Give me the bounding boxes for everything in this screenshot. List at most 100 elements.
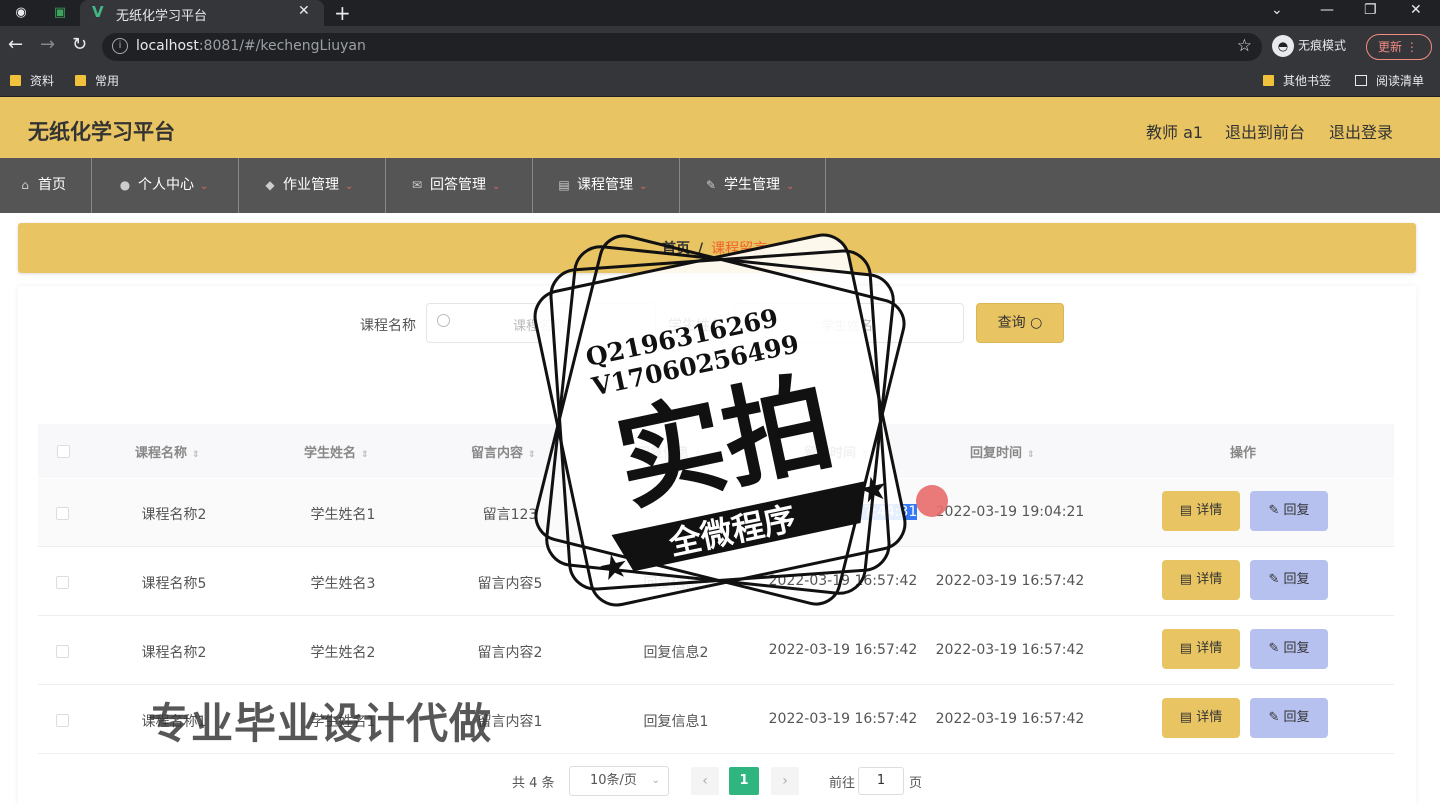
browser-tab[interactable]: V 无纸化学习平台 ✕ xyxy=(80,0,324,26)
incognito-indicator[interactable]: ◓ 无痕模式 xyxy=(1272,35,1346,57)
maximize-icon[interactable]: ❐ xyxy=(1364,2,1377,18)
column-header[interactable]: 课程名称 ⇕ xyxy=(135,442,200,461)
tab-search-icon[interactable]: ⌄ xyxy=(1271,2,1283,18)
sort-icon[interactable]: ⇕ xyxy=(694,450,702,460)
cell-reply-time: 2022-03-19 16:57:42 xyxy=(935,573,1085,589)
course-name-input[interactable]: 课程名称 xyxy=(426,303,656,343)
column-header-actions: 操作 xyxy=(1230,446,1257,461)
globe-icon[interactable]: ◉ xyxy=(11,3,31,23)
query-label: 查询 xyxy=(997,315,1026,331)
back-to-front-link[interactable]: 退出到前台 xyxy=(1225,119,1305,143)
row-checkbox[interactable] xyxy=(56,714,69,727)
edit-icon: ✎ xyxy=(1268,572,1280,587)
menu-item-courses[interactable]: ▤ 课程管理 ⌄ xyxy=(533,158,680,213)
minimize-icon[interactable]: — xyxy=(1320,2,1334,18)
cell-student: 学生姓名3 xyxy=(310,576,376,592)
forward-icon[interactable]: → xyxy=(40,34,55,55)
reply-button[interactable]: ✎ 回复 xyxy=(1250,629,1328,669)
course-icon: ▤ xyxy=(558,178,570,192)
menu-item-home[interactable]: ⌂ 首页 xyxy=(0,158,92,213)
cell-course: 课程名称2 xyxy=(141,645,207,661)
folder-icon xyxy=(10,75,21,86)
column-header[interactable]: 留言内容 ⇕ xyxy=(471,442,536,461)
sort-icon[interactable]: ⇕ xyxy=(528,450,536,460)
cell-message: 留言123 xyxy=(482,507,538,523)
sort-icon[interactable]: ⇕ xyxy=(1027,450,1035,460)
query-button[interactable]: 查询 ○ xyxy=(976,303,1064,343)
page-size-value: 10条/页 xyxy=(590,773,637,788)
bookmarks-bar xyxy=(0,66,1440,97)
sort-icon[interactable]: ⇕ xyxy=(361,450,369,460)
detail-button[interactable]: ▤ 详情 xyxy=(1162,560,1240,600)
row-checkbox[interactable] xyxy=(56,645,69,658)
address-bar[interactable]: i localhost:8081/#/kechengLiuyan ☆ xyxy=(102,33,1262,61)
reply-button[interactable]: ✎ 回复 xyxy=(1250,491,1328,531)
prev-page-button[interactable]: ‹ xyxy=(691,767,719,795)
page-size-select[interactable]: 10条/页 ⌄ xyxy=(569,766,669,796)
bookmark-star-icon[interactable]: ☆ xyxy=(1237,36,1252,56)
column-header[interactable]: 留言时间 ⇕ xyxy=(804,442,869,461)
document-icon: ▤ xyxy=(1179,710,1193,725)
breadcrumb-home[interactable]: 首页 xyxy=(662,241,690,257)
url-path: :8081/#/kechengLiuyan xyxy=(198,38,366,54)
logout-link[interactable]: 退出登录 xyxy=(1329,119,1393,143)
bookmark-label: 常用 xyxy=(95,74,120,88)
cell-student: 学生姓名2 xyxy=(310,645,376,661)
goto-label: 前往 xyxy=(829,776,856,791)
chevron-down-icon: ⌄ xyxy=(639,181,648,192)
reload-icon[interactable]: ↻ xyxy=(72,34,87,55)
close-tab-icon[interactable]: ✕ xyxy=(298,3,310,19)
student-placeholder: 学生姓名 xyxy=(821,319,874,334)
mail-icon: ✉ xyxy=(411,178,423,192)
header-label: 留言时间 xyxy=(804,446,857,461)
header-label: 课程名称 xyxy=(135,446,188,461)
column-header[interactable]: 回复时间 ⇕ xyxy=(970,442,1035,461)
bookmark-label: 资料 xyxy=(30,74,55,88)
detail-button[interactable]: ▤ 详情 xyxy=(1162,491,1240,531)
bookmark-folder[interactable]: 常用 xyxy=(75,72,119,89)
detail-button[interactable]: ▤ 详情 xyxy=(1162,629,1240,669)
table-row[interactable]: 课程名称2 学生姓名2 留言内容2 回复信息2 2022-03-19 16:57… xyxy=(38,617,1394,685)
table-row[interactable]: 课程名称5 学生姓名3 留言内容5 回复信息5 2022-03-19 16:57… xyxy=(38,548,1394,616)
close-window-icon[interactable]: ✕ xyxy=(1410,2,1422,18)
site-info-icon[interactable]: i xyxy=(112,38,128,54)
menu-label: 学生管理 xyxy=(724,177,780,193)
reply-label: 回复 xyxy=(1283,572,1310,587)
reply-button[interactable]: ✎ 回复 xyxy=(1250,698,1328,738)
sort-icon[interactable]: ⇕ xyxy=(861,450,869,460)
reading-list-icon xyxy=(1355,75,1367,86)
cell-reply: 回复信息1 xyxy=(643,714,709,730)
sort-icon[interactable]: ⇕ xyxy=(192,450,200,460)
column-header[interactable]: 回复信息 ⇕ xyxy=(637,442,702,461)
other-bookmarks[interactable]: 其他书签 xyxy=(1263,72,1331,89)
bookmark-folder[interactable]: 资料 xyxy=(10,72,54,89)
menu-label: 首页 xyxy=(38,177,66,193)
reply-button[interactable]: ✎ 回复 xyxy=(1250,560,1328,600)
table-row[interactable]: 课程名称2 学生姓名1 留言123 2022-03-19 17:44:31 20… xyxy=(38,479,1394,547)
url-host: localhost xyxy=(136,38,199,54)
back-icon[interactable]: ← xyxy=(8,34,23,55)
search-icon xyxy=(437,314,450,327)
select-all-checkbox[interactable] xyxy=(57,445,70,458)
new-tab-icon[interactable]: + xyxy=(334,1,351,25)
reading-list[interactable]: 阅读清单 xyxy=(1355,72,1424,89)
menu-item-homework[interactable]: ◆ 作业管理 ⌄ xyxy=(239,158,386,213)
student-name-label: 学生姓名 xyxy=(668,318,724,334)
update-button[interactable]: 更新 ⋮ xyxy=(1366,34,1432,60)
column-header[interactable]: 学生姓名 ⇕ xyxy=(304,442,369,461)
cell-reply-time: 2022-03-19 16:57:42 xyxy=(935,642,1085,658)
student-name-input[interactable]: 学生姓名 xyxy=(734,303,964,343)
goto-page-input[interactable]: 1 xyxy=(858,767,904,795)
detail-button[interactable]: ▤ 详情 xyxy=(1162,698,1240,738)
menu-item-students[interactable]: ✎ 学生管理 ⌄ xyxy=(680,158,826,213)
sheet-icon[interactable]: ▣ xyxy=(50,3,70,23)
cell-message: 留言内容5 xyxy=(477,576,543,592)
row-checkbox[interactable] xyxy=(56,576,69,589)
current-page[interactable]: 1 xyxy=(729,767,759,795)
next-page-button[interactable]: › xyxy=(771,767,799,795)
cell-course: 课程名称2 xyxy=(141,507,207,523)
row-checkbox[interactable] xyxy=(56,507,69,520)
cell-course: 课程名称5 xyxy=(141,576,207,592)
menu-item-profile[interactable]: ● 个人中心 ⌄ xyxy=(92,158,239,213)
menu-item-answers[interactable]: ✉ 回答管理 ⌄ xyxy=(386,158,533,213)
